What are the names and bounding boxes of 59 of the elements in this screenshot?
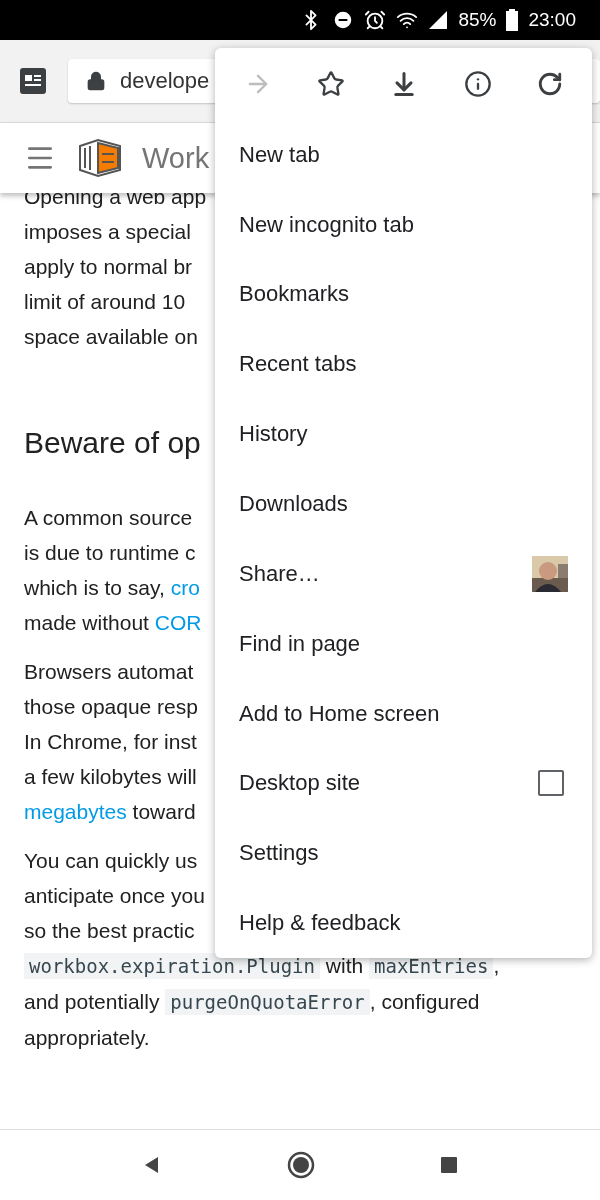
menu-item-label: Find in page [239,630,361,657]
star-icon [317,69,346,98]
menu-item[interactable]: Find in page [215,608,592,679]
do-not-disturb-icon [332,9,355,31]
menu-item-label: Add to Home screen [239,700,440,727]
home-icon[interactable] [287,1151,315,1179]
paragraph-line: those opaque resp [24,694,198,720]
paragraph-line: You can quickly us [24,848,198,874]
menu-item[interactable]: Add to Home screen [215,678,592,749]
signal-icon [428,10,449,30]
paragraph-line: is due to runtime c [24,540,196,566]
menu-item[interactable]: Settings [215,818,592,889]
menu-item[interactable]: New tab [215,119,592,190]
menu-item[interactable]: Recent tabs [215,329,592,400]
menu-item-label: New incognito tab [239,211,414,238]
paragraph-line: and potentially purgeOnQuotaError , configured [24,988,480,1017]
recents-icon[interactable] [439,1156,458,1174]
menu-item-label: Bookmarks [239,281,350,308]
menu-item[interactable]: Desktop site [215,748,592,819]
paragraph-line: so the best practic [24,918,195,944]
info-icon [463,69,492,98]
checkbox[interactable] [538,770,564,797]
paragraph-line: imposes a special [24,219,191,245]
menu-item[interactable]: Downloads [215,469,592,539]
menu-item[interactable]: Share… [215,538,592,609]
paragraph-line: Browsers automat [24,659,194,685]
paragraph-line: apply to normal br [24,254,193,280]
menu-item-label: Help & feedback [239,910,401,937]
reload-icon [537,70,564,97]
site-title: Work [142,141,210,175]
menu-item[interactable]: History [215,399,592,470]
paragraph-line: In Chrome, for inst [24,729,197,755]
paragraph-line: space available on [24,324,198,350]
tab-switcher-icon[interactable] [20,68,46,94]
alarm-icon [364,9,387,31]
menu-item[interactable]: New incognito tab [215,189,592,260]
paragraph-line: A common source [24,505,193,531]
section-heading: Beware of op [24,426,201,460]
battery-icon [506,9,519,31]
menu-item-label: Downloads [239,491,348,517]
paragraph-line: appropriately. [24,1025,150,1051]
paragraph-line: anticipate once you [24,883,205,909]
paragraph-line: made without COR [24,610,202,636]
menu-item[interactable]: Bookmarks [215,259,592,330]
menu-item-label: Desktop site [239,770,361,797]
clock-time: 23:00 [528,9,576,31]
menu-item-label: Settings [239,840,319,867]
menu-item-label: New tab [239,141,320,168]
paragraph-line: a few kilobytes will [24,764,197,790]
paragraph-line: megabytes toward [24,799,196,825]
paragraph-line: limit of around 10 [24,289,186,315]
menu-item-label: Recent tabs [239,351,357,378]
menu-item[interactable]: Help & feedback [215,888,592,958]
logo-icon [76,138,122,178]
menu-item-label: History [239,421,308,448]
lock-icon [86,71,106,91]
menu-item-label: Share… [239,560,320,587]
battery-level: 85% [458,9,497,31]
paragraph-line: which is to say, cro [24,575,200,601]
